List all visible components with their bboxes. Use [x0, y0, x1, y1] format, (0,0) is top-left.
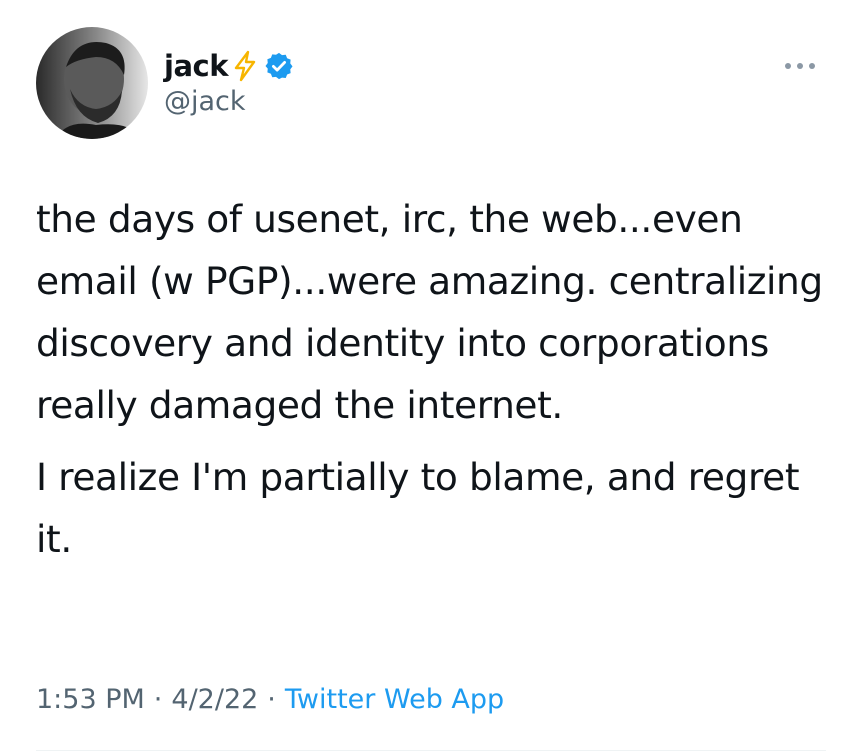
tweet-metadata: 1:53 PM · 4/2/22 · Twitter Web App: [36, 684, 504, 715]
meta-separator: ·: [153, 684, 163, 715]
tweet-text: the days of usenet, irc, the web...even …: [36, 188, 826, 570]
author-name-row: jack: [164, 46, 294, 86]
tweet-paragraph: the days of usenet, irc, the web...even …: [36, 197, 823, 427]
tweet-date[interactable]: 4/2/22: [171, 684, 258, 715]
display-name[interactable]: jack: [164, 49, 229, 83]
meta-separator: ·: [267, 684, 276, 715]
verified-badge-icon: [264, 51, 294, 81]
tweet-paragraph: I realize I'm partially to blame, and re…: [36, 455, 800, 561]
author-handle[interactable]: @jack: [164, 86, 246, 117]
profile-photo: [36, 27, 148, 139]
more-options-icon[interactable]: [780, 56, 820, 76]
tweet-source-link[interactable]: Twitter Web App: [285, 684, 504, 715]
tweet-card: jack @jack the days of usenet, irc, the …: [0, 0, 850, 755]
divider: [36, 750, 826, 751]
lightning-bolt-icon: [232, 50, 258, 82]
tweet-time[interactable]: 1:53 PM: [36, 684, 145, 715]
avatar[interactable]: [36, 27, 148, 139]
